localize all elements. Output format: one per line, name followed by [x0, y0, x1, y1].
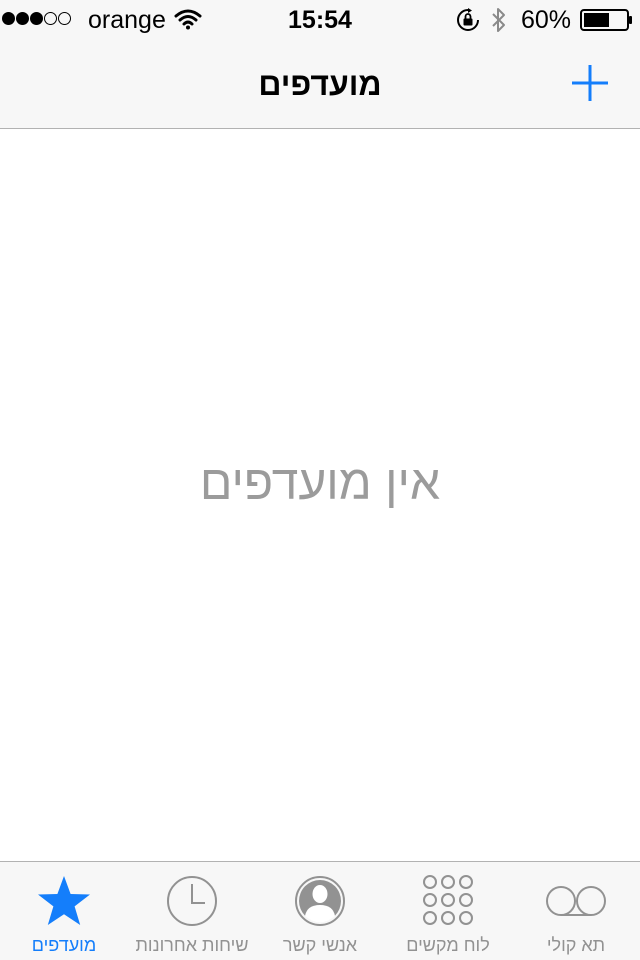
tab-label: תא קולי	[546, 935, 606, 955]
tab-favorites[interactable]: מועדפים	[0, 862, 128, 960]
page-title: מועדפים	[258, 66, 382, 102]
favorites-list: אין מועדפים	[0, 129, 640, 861]
tab-label: שיחות אחרונות	[135, 935, 249, 955]
battery-icon	[580, 9, 634, 31]
bluetooth-icon	[489, 6, 509, 39]
keypad-icon	[384, 874, 512, 928]
tab-bar: מועדפים שיחות אחרונות אנשי קשר לוח מקשים…	[0, 861, 640, 960]
plus-icon	[572, 65, 608, 101]
clock-icon	[128, 874, 256, 928]
tab-keypad[interactable]: לוח מקשים	[384, 862, 512, 960]
contact-icon	[256, 874, 384, 928]
status-bar: orange 15:54 60%	[0, 0, 640, 40]
navigation-bar: מועדפים	[0, 40, 640, 129]
tab-voicemail[interactable]: תא קולי	[512, 862, 640, 960]
orientation-lock-icon	[455, 8, 481, 37]
tab-label: אנשי קשר	[282, 935, 358, 955]
empty-state-message: אין מועדפים	[199, 457, 441, 510]
tab-recents[interactable]: שיחות אחרונות	[128, 862, 256, 960]
voicemail-icon	[512, 874, 640, 928]
battery-percentage: 60%	[521, 6, 572, 34]
add-favorite-button[interactable]	[566, 60, 614, 108]
tab-contacts[interactable]: אנשי קשר	[256, 862, 384, 960]
tab-label: לוח מקשים	[406, 935, 490, 955]
star-icon	[0, 874, 128, 928]
tab-label: מועדפים	[31, 935, 97, 955]
